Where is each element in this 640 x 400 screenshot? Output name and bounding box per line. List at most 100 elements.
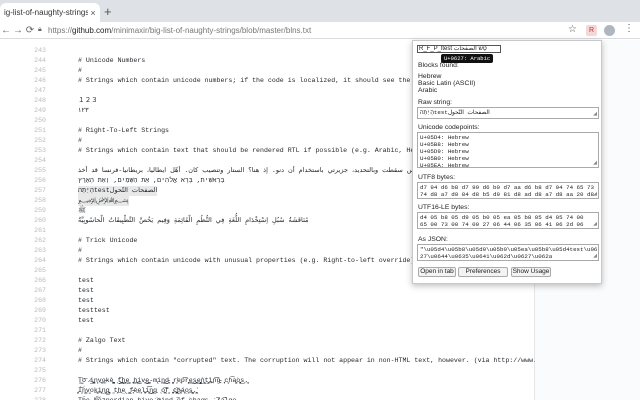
utf16-field[interactable]: d4 05 b8 05 d9 05 b0 05 ea 05 b8 05 d4 0…: [417, 212, 599, 229]
line-number[interactable]: 258: [24, 196, 46, 206]
line-number[interactable]: 249: [24, 106, 46, 116]
line-text: ثم نفس سقطت وبالتحديد، جزيرتي باستخدام أ…: [78, 167, 431, 174]
line-text: ﷺ: [78, 207, 86, 214]
blocks-label: Blocks found:: [418, 62, 459, 69]
line-number[interactable]: 247: [24, 86, 46, 96]
codepoints-field[interactable]: U+05D4: Hebrew U+05B8: Hebrew U+05D9: He…: [417, 132, 599, 168]
line-number[interactable]: 255: [24, 166, 46, 176]
line-number[interactable]: 272: [24, 336, 46, 346]
line-number[interactable]: 273: [24, 346, 46, 356]
line-number[interactable]: 243: [24, 46, 46, 56]
utf8-label: UTF8 bytes:: [418, 174, 456, 181]
line-number[interactable]: 275: [24, 366, 46, 376]
line-number[interactable]: 250: [24, 116, 46, 126]
line-number[interactable]: 260: [24, 216, 46, 226]
utf16-label: UTF16-LE bytes:: [418, 204, 470, 211]
tab-bar: ig-list-of-naughty-strings/blns × +: [0, 0, 640, 22]
line-number[interactable]: 252: [24, 136, 46, 146]
line-text: test: [78, 317, 94, 324]
line-number[interactable]: 262: [24, 236, 46, 246]
line-text: בְּרֵאשִׁית, בָּרָא אֱלֹהִים, אֵת הַשָּׁ…: [78, 177, 225, 184]
line-text: test: [78, 297, 94, 304]
raw-string-field[interactable]: הָיְתָהtestالصفحات التّحول ◢: [417, 107, 599, 119]
bookmark-star-icon[interactable]: ☆: [568, 24, 577, 35]
line-number[interactable]: 245: [24, 66, 46, 76]
json-label: As JSON:: [418, 236, 448, 243]
resize-handle-icon[interactable]: ◢: [593, 111, 597, 118]
resize-handle-icon[interactable]: ◢: [593, 253, 597, 260]
line-number[interactable]: 259: [24, 206, 46, 216]
close-icon[interactable]: ×: [88, 8, 98, 18]
resize-handle-icon[interactable]: ◢: [593, 160, 597, 167]
open-in-tab-button[interactable]: Open in tab: [418, 267, 456, 277]
url-path: /minimaxir/big-list-of-naughty-strings/b…: [111, 25, 312, 35]
line-number[interactable]: 248: [24, 96, 46, 106]
line-number[interactable]: 263: [24, 246, 46, 256]
utf8-field[interactable]: d7 94 d6 b8 d7 99 d6 b0 d7 aa d6 b8 d7 9…: [417, 182, 599, 199]
line-number[interactable]: 269: [24, 306, 46, 316]
code-line: 276 Ṱ̺̺̕o͞ ̷i̲̬͇̪͙n̝̗͕v̟̜̘̦͟o̶̙̰̠kè͚̮̺̪̹̱…: [0, 376, 535, 386]
selected-text-box[interactable]: R_F_P_ltest טֶּשׁ الصفحات: [417, 45, 501, 53]
address-bar[interactable]: https://github.com/minimaxir/big-list-of…: [48, 26, 311, 35]
url-host: github.com: [72, 25, 112, 35]
back-icon[interactable]: ←: [0, 25, 12, 36]
line-number[interactable]: 267: [24, 286, 46, 296]
line-text: test: [78, 287, 94, 294]
line-text: ̗̺͖̹̯͓Ṯ̤͍̥͇͈h̲́e͏͓̼̗̙̼̣͔ ͇̜̱̠͓͍ͅN͕͠e̗̱z̘…: [78, 396, 240, 400]
line-text: #: [78, 137, 82, 144]
line-text: #: [78, 67, 82, 74]
line-number[interactable]: 265: [24, 266, 46, 276]
line-number[interactable]: 268: [24, 296, 46, 306]
line-number[interactable]: 270: [24, 316, 46, 326]
preferences-button[interactable]: Preferences: [458, 267, 508, 277]
new-tab-button[interactable]: +: [104, 4, 112, 19]
json-value: "\u05d4\u05b8\u05d9\u05b0\u05ea\u05b8\u0…: [420, 246, 598, 260]
forward-icon[interactable]: →: [12, 25, 24, 36]
menu-dots-icon[interactable]: ⋮: [624, 23, 634, 34]
line-number[interactable]: 253: [24, 146, 46, 156]
resize-handle-icon[interactable]: ◢: [593, 191, 597, 198]
line-number[interactable]: 264: [24, 256, 46, 266]
raw-string-value: הָיְתָהtestالصفحات التّحول: [420, 109, 490, 116]
line-text: #: [78, 247, 82, 254]
line-number[interactable]: 274: [24, 356, 46, 366]
json-field[interactable]: "\u05d4\u05b8\u05d9\u05b0\u05ea\u05b8\u0…: [417, 244, 599, 261]
line-number[interactable]: 276: [24, 376, 46, 386]
line-number[interactable]: 244: [24, 56, 46, 66]
tab-title: ig-list-of-naughty-strings/blns: [4, 8, 88, 17]
line-text: # Unicode Numbers: [78, 57, 146, 64]
line-number[interactable]: 256: [24, 176, 46, 186]
lock-icon[interactable]: 🔒︎: [38, 26, 46, 34]
block-item: Hebrew: [418, 73, 442, 80]
line-text: ̡͓̞ͅI̗̘̦͝n͇͇͙v̮̫ok̲̫̙͈i̖͙̭̹̠̞n̡̻̮̣̺g̲͈͙̭…: [78, 387, 197, 394]
line-number[interactable]: 266: [24, 276, 46, 286]
utf8-value: d7 94 d6 b8 d7 99 d6 b0 d7 aa d6 b8 d7 9…: [420, 184, 594, 198]
url-scheme: https://: [48, 25, 73, 35]
codepoints-value: U+05D4: Hebrew U+05B8: Hebrew U+05D9: He…: [420, 134, 469, 168]
line-text: ﷽: [78, 196, 129, 206]
line-number[interactable]: 278: [24, 396, 46, 400]
browser-toolbar: ← → ⟳ 🔒︎ https://github.com/minimaxir/bi…: [0, 22, 640, 39]
reload-icon[interactable]: ⟳: [24, 25, 36, 36]
line-text: testtest: [78, 307, 110, 314]
browser-tab[interactable]: ig-list-of-naughty-strings/blns ×: [0, 3, 100, 22]
extension-icon[interactable]: R: [586, 25, 597, 36]
show-usage-button[interactable]: Show Usage: [511, 267, 551, 277]
profile-avatar[interactable]: [604, 25, 615, 36]
line-number[interactable]: 271: [24, 326, 46, 336]
line-number[interactable]: 261: [24, 226, 46, 236]
line-text: １２３: [78, 97, 98, 104]
line-number[interactable]: 277: [24, 386, 46, 396]
resize-handle-icon[interactable]: ◢: [593, 221, 597, 228]
line-number[interactable]: 246: [24, 76, 46, 86]
line-number[interactable]: 254: [24, 156, 46, 166]
line-number[interactable]: 257: [24, 186, 46, 196]
line-number[interactable]: 251: [24, 126, 46, 136]
code-line: 270 test: [0, 316, 535, 326]
code-line: 271: [0, 326, 535, 336]
code-line: 277̡͓̞ͅI̗̘̦͝n͇͇͙v̮̫ok̲̫̙͈i̖͙̭̹̠̞n̡̻̮̣̺g̲…: [0, 386, 535, 396]
line-text: ١٢٣: [78, 107, 89, 114]
code-line: 269 testtest: [0, 306, 535, 316]
codepoints-label: Unicode codepoints:: [418, 124, 480, 131]
line-text: # Zalgo Text: [78, 337, 126, 344]
